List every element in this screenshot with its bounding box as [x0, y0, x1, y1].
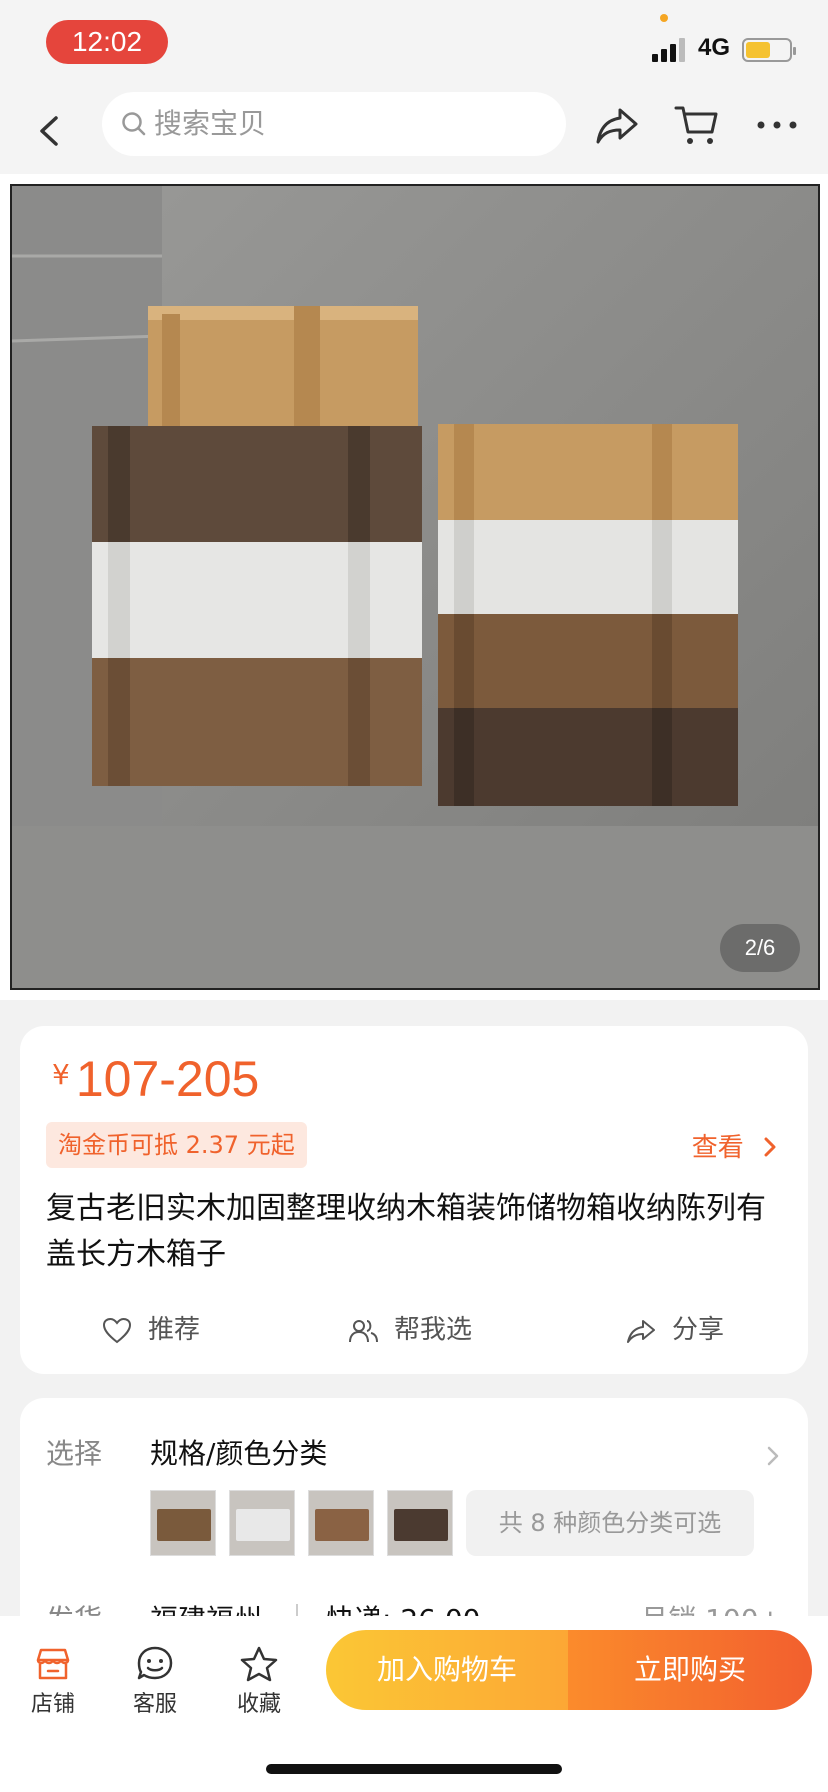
action-row: 推荐 帮我选 分享 — [20, 1302, 808, 1358]
chevron-right-icon — [764, 1137, 776, 1157]
chevron-left-icon — [40, 116, 58, 146]
search-input[interactable]: 搜索宝贝 — [102, 92, 566, 156]
selection-label: 选择 — [46, 1437, 103, 1470]
battery-icon — [742, 38, 796, 62]
store-button[interactable]: 店铺 — [8, 1630, 98, 1720]
share-label: 分享 — [672, 1315, 725, 1345]
more-button[interactable] — [752, 100, 802, 150]
variant-thumbnail[interactable] — [387, 1490, 453, 1556]
customer-service-button[interactable]: 客服 — [110, 1630, 200, 1720]
home-indicator[interactable] — [266, 1764, 562, 1774]
variant-thumbnail[interactable] — [229, 1490, 295, 1556]
status-bar: 12:02 4G — [0, 0, 828, 88]
product-photo[interactable]: 2/6 — [10, 184, 820, 990]
variant-thumbnail[interactable] — [150, 1490, 216, 1556]
signal-icon — [652, 38, 688, 62]
bottom-action-bar: 店铺 客服 收藏 加入购物车 立即购买 — [0, 1616, 828, 1792]
help-me-choose-label: 帮我选 — [394, 1315, 473, 1345]
recommend-label: 推荐 — [148, 1315, 201, 1345]
cart-icon — [674, 106, 718, 144]
wooden-crates-image — [12, 186, 818, 988]
help-me-choose-button[interactable]: 帮我选 — [348, 1302, 498, 1358]
privacy-indicator-dot — [660, 14, 668, 22]
favorite-button[interactable]: 收藏 — [214, 1630, 304, 1720]
see-more-label: 查看 — [691, 1133, 744, 1163]
variant-count[interactable]: 共 8 种颜色分类可选 — [466, 1490, 754, 1556]
share-button[interactable] — [592, 100, 642, 150]
product-gallery[interactable]: 2/6 — [0, 174, 828, 1000]
search-icon — [122, 112, 146, 136]
product-page: 12:02 4G 搜索宝贝 2/6 ¥ 107-205 淘金币可抵 2.37 元… — [0, 0, 828, 1792]
product-info-card: ¥107-205 淘金币可抵 2.37 元起 查看 复古老旧实木加固整理收纳木箱… — [20, 1026, 808, 1374]
more-dots-icon — [757, 121, 797, 129]
heart-icon — [102, 1317, 132, 1344]
add-to-cart-button[interactable]: 加入购物车 — [326, 1630, 568, 1710]
store-label: 店铺 — [30, 1692, 75, 1717]
chevron-right-icon — [767, 1446, 779, 1466]
people-icon — [349, 1320, 378, 1343]
search-placeholder: 搜索宝贝 — [154, 107, 267, 140]
variant-thumbnail[interactable] — [308, 1490, 374, 1556]
back-button[interactable] — [30, 106, 70, 156]
share-action-button[interactable]: 分享 — [626, 1302, 746, 1358]
price-value: 107-205 — [75, 1051, 260, 1107]
favorite-label: 收藏 — [236, 1692, 281, 1717]
nav-bar: 搜索宝贝 — [0, 88, 828, 174]
status-time: 12:02 — [46, 20, 168, 64]
buy-now-button[interactable]: 立即购买 — [568, 1630, 812, 1710]
service-icon — [137, 1646, 173, 1680]
share-icon — [627, 1320, 655, 1343]
coin-discount-badge: 淘金币可抵 2.37 元起 — [46, 1122, 307, 1168]
price: ¥107-205 — [52, 1050, 259, 1108]
customer-service-label: 客服 — [132, 1692, 177, 1717]
cart-button[interactable] — [672, 100, 722, 150]
network-label: 4G — [698, 34, 731, 61]
product-title: 复古老旧实木加固整理收纳木箱装饰储物箱收纳陈列有盖长方木箱子 — [46, 1191, 766, 1272]
star-icon — [240, 1646, 278, 1682]
store-icon — [36, 1648, 70, 1680]
image-counter: 2/6 — [720, 924, 800, 972]
price-currency: ¥ — [52, 1058, 70, 1091]
share-icon — [596, 108, 638, 144]
selection-value: 规格/颜色分类 — [150, 1437, 328, 1470]
see-more-link[interactable]: 查看 — [692, 1130, 778, 1166]
recommend-button[interactable]: 推荐 — [102, 1302, 222, 1358]
